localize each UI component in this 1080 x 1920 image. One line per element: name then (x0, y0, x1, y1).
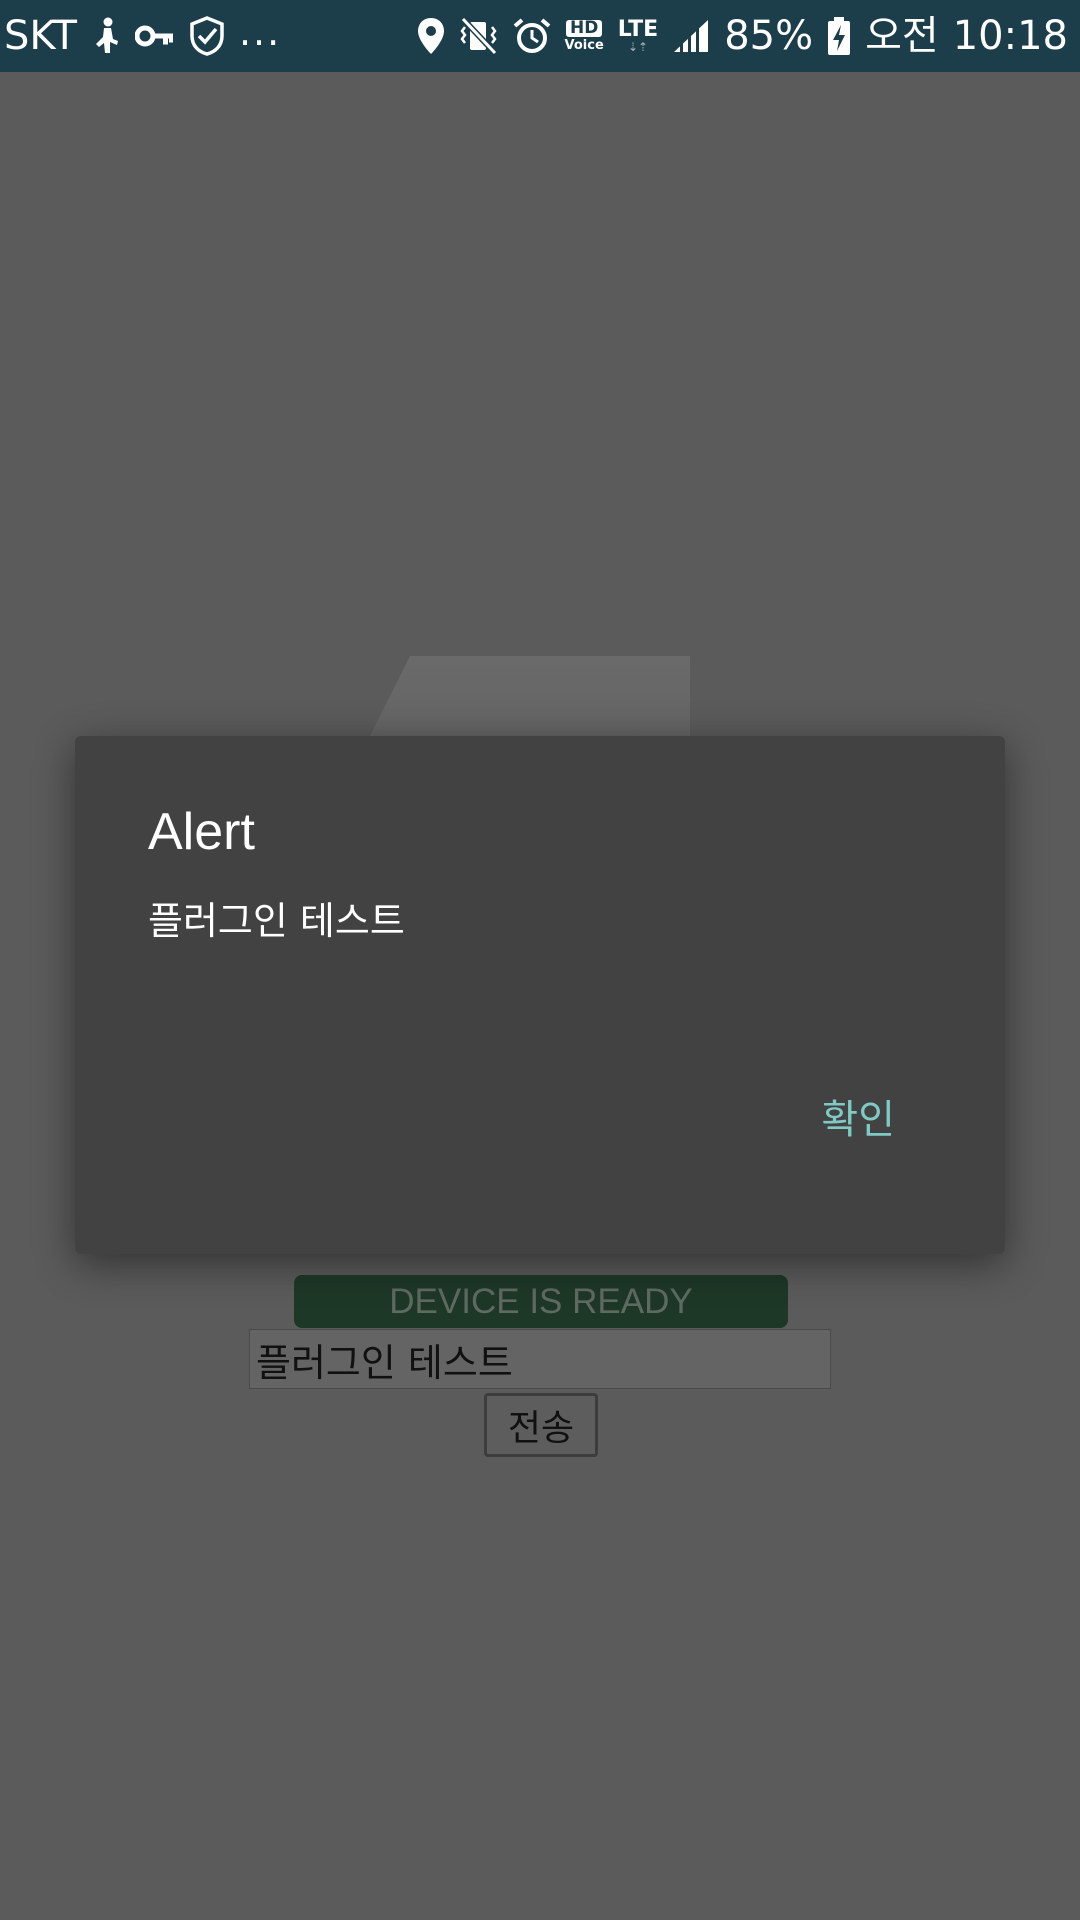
vibrate-mute-icon (459, 17, 499, 55)
battery-charging-icon (827, 16, 851, 56)
walker-icon (91, 17, 121, 55)
battery-percent: 85% (724, 13, 814, 59)
carrier-label: SKT (4, 13, 77, 59)
status-bar-right: HD Voice LTE ⇣⇡ 85% 오전 10:18 (417, 16, 1068, 56)
key-icon (134, 24, 175, 48)
alarm-icon (513, 17, 551, 55)
clock-time: 10:18 (952, 13, 1068, 59)
signal-icon (672, 18, 710, 54)
status-bar: SKT ... HD Voice LTE ⇣⇡ 85% 오전 10:18 (0, 0, 1080, 72)
dialog-ok-button[interactable]: 확인 (821, 1100, 895, 1140)
lte-icon: LTE ⇣⇡ (617, 17, 659, 54)
lte-label: LTE (617, 17, 659, 42)
data-arrows-icon: ⇣⇡ (627, 40, 649, 54)
hd-voice-icon: HD Voice (564, 20, 604, 53)
am-pm-label: 오전 (865, 13, 939, 59)
location-pin-icon (417, 17, 445, 55)
voice-label: Voice (564, 38, 604, 53)
alert-dialog: Alert 플러그인 테스트 확인 (75, 736, 1005, 1254)
dialog-message: 플러그인 테스트 (148, 899, 405, 943)
hd-label: HD (565, 20, 603, 37)
overflow-dots: ... (238, 10, 282, 54)
dialog-title: Alert (148, 803, 255, 861)
shield-check-icon (189, 16, 225, 56)
status-bar-left: SKT ... (4, 10, 282, 59)
